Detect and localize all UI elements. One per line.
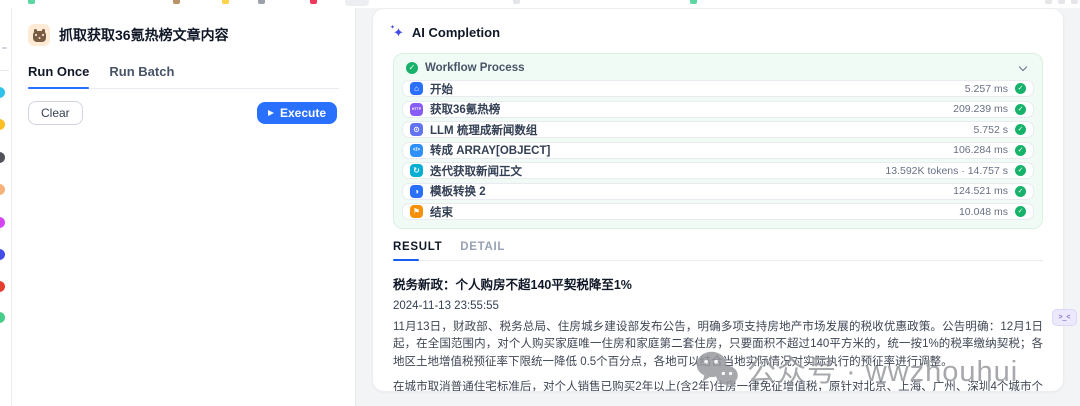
end-node-icon: ⚑ xyxy=(410,205,423,218)
step-label: 模板转换 2 xyxy=(430,186,486,198)
tab-run-once[interactable]: Run Once xyxy=(28,64,90,89)
top-icon-fragment xyxy=(310,0,317,4)
app-icon xyxy=(28,24,50,46)
page: 抓取获取36氪热榜文章内容 Run Once Run Batch Clear E… xyxy=(0,0,1080,406)
step-duration: 5.752 s xyxy=(973,123,1008,136)
workflow-step-row[interactable]: ⊙ LLM 梳理成新闻数组 5.752 s ✓ xyxy=(402,121,1034,138)
top-icon-fragment xyxy=(690,0,697,4)
result-tab-underline xyxy=(393,258,419,261)
top-icon-fragment xyxy=(258,0,265,4)
step-label: LLM 梳理成新闻数组 xyxy=(430,124,538,137)
run-tabs: Run Once Run Batch xyxy=(28,64,339,89)
sidebar-app-icon[interactable] xyxy=(0,183,5,195)
sidebar-app-icon[interactable] xyxy=(0,311,5,323)
active-tab-underline xyxy=(28,86,90,89)
top-icon-fragment xyxy=(1045,0,1052,4)
top-tab-fragment xyxy=(345,0,369,6)
play-icon xyxy=(267,110,274,116)
sidebar-collapse-handle[interactable] xyxy=(2,47,7,49)
app-title: 抓取获取36氪热榜文章内容 xyxy=(59,27,229,43)
step-duration: 106.284 ms xyxy=(953,144,1008,156)
top-icon-fragment xyxy=(513,0,520,4)
tab-result[interactable]: RESULT xyxy=(393,241,442,261)
sidebar-app-icon[interactable] xyxy=(0,118,5,130)
step-duration: 13.592K tokens · 14.757 s xyxy=(885,164,1008,177)
mini-sidebar xyxy=(0,0,12,406)
top-icon-fragment xyxy=(1071,0,1078,4)
start-node-icon: ⌂ xyxy=(410,82,423,95)
article-paragraph: 11月13日，财政部、税务总局、住房城乡建设部发布公告，明确多项支持房地产市场发… xyxy=(393,320,1043,369)
workflow-process-label: Workflow Process xyxy=(425,62,525,74)
step-success-icon: ✓ xyxy=(1015,165,1026,176)
article-paragraph: 在城市取消普通住宅标准后，对个人销售已购买2年以上(含2年)住房一律免征增值税，… xyxy=(393,380,1043,392)
step-success-icon: ✓ xyxy=(1015,206,1026,217)
robot-face-icon xyxy=(32,28,46,42)
top-icon-fragment xyxy=(173,0,180,4)
step-label: 开始 xyxy=(430,83,453,96)
workflow-step-row[interactable]: ↻ 迭代获取新闻正文 13.592K tokens · 14.757 s ✓ xyxy=(402,162,1034,179)
template-node-icon: ◑ xyxy=(410,184,423,198)
step-label: 迭代获取新闻正文 xyxy=(430,165,522,178)
sidebar-app-icon[interactable] xyxy=(0,151,5,163)
clear-button[interactable]: Clear xyxy=(28,101,83,125)
step-label: 转成 ARRAY[OBJECT] xyxy=(430,145,551,157)
step-success-icon: ✓ xyxy=(1015,103,1026,115)
chevron-down-icon xyxy=(1018,62,1028,71)
workflow-step-row[interactable]: ⚑ 结束 10.048 ms ✓ xyxy=(402,203,1034,220)
workflow-process-box: ✓ Workflow Process ⌂ 开始 5.257 ms ✓ HTTP 获取36氪… xyxy=(393,53,1043,229)
step-success-icon: ✓ xyxy=(1015,185,1026,197)
sidebar-app-icon[interactable] xyxy=(0,86,5,98)
step-duration: 124.521 ms xyxy=(953,185,1008,197)
execute-button[interactable]: Execute xyxy=(256,102,337,124)
result-detail-tabs: RESULT DETAIL xyxy=(393,241,1043,261)
run-actions: Clear Execute xyxy=(28,101,337,125)
workflow-step-row[interactable]: ⌂ 开始 5.257 ms ✓ xyxy=(402,80,1034,97)
tab-run-batch[interactable]: Run Batch xyxy=(109,64,174,88)
tab-detail[interactable]: DETAIL xyxy=(460,241,505,260)
ai-completion-card: ✦ ✦ AI Completion ✓ Workflow Process ⌂ 开始 5… xyxy=(372,8,1064,392)
sidebar-app-icon[interactable] xyxy=(0,280,5,292)
top-strip xyxy=(0,0,1080,8)
workflow-step-row[interactable]: ◑ 模板转换 2 124.521 ms ✓ xyxy=(402,182,1034,200)
step-duration: 209.239 ms xyxy=(953,103,1008,115)
step-duration: 5.257 ms xyxy=(964,82,1008,95)
ai-completion-header: ✦ ✦ AI Completion xyxy=(390,25,1043,40)
step-duration: 10.048 ms xyxy=(958,205,1008,218)
llm-node-icon: ⊙ xyxy=(410,123,423,136)
article-title: 税务新政：个人购房不超140平契税降至1% xyxy=(393,277,632,292)
workflow-steps-list: ⌂ 开始 5.257 ms ✓ HTTP 获取36氪热榜 209.239 ms ✓ ⊙ LLM 梳… xyxy=(402,80,1034,220)
ai-completion-title: AI Completion xyxy=(411,25,501,40)
step-label: 获取36氪热榜 xyxy=(430,104,501,116)
top-icon-fragment xyxy=(1058,0,1065,4)
article-body: 11月13日，财政部、税务总局、住房城乡建设部发布公告，明确多项支持房地产市场发… xyxy=(393,319,1043,392)
code-node-icon: </> xyxy=(410,143,423,157)
app-header: 抓取获取36氪热榜文章内容 xyxy=(28,24,355,46)
article-date: 2024-11-13 23:55:55 xyxy=(393,299,499,312)
top-icon-fragment xyxy=(222,0,229,4)
step-success-icon: ✓ xyxy=(1015,124,1026,135)
http-node-icon: HTTP xyxy=(410,102,423,116)
run-panel: 抓取获取36氪热榜文章内容 Run Once Run Batch Clear E… xyxy=(12,0,356,406)
console-badge[interactable]: >_< xyxy=(1052,309,1077,326)
top-icon-fragment xyxy=(28,0,35,4)
workflow-step-row[interactable]: </> 转成 ARRAY[OBJECT] 106.284 ms ✓ xyxy=(402,141,1034,159)
success-check-icon: ✓ xyxy=(406,62,418,74)
step-label: 结束 xyxy=(430,206,453,219)
sidebar-app-icon[interactable] xyxy=(0,248,5,260)
step-success-icon: ✓ xyxy=(1015,144,1026,156)
sidebar-divider xyxy=(0,70,9,71)
workflow-step-row[interactable]: HTTP 获取36氪热榜 209.239 ms ✓ xyxy=(402,100,1034,118)
sparkle-icon: ✦ ✦ xyxy=(390,25,404,40)
iteration-node-icon: ↻ xyxy=(410,164,423,177)
step-success-icon: ✓ xyxy=(1015,83,1026,94)
sidebar-app-icon[interactable] xyxy=(0,216,5,228)
workflow-process-toggle[interactable]: ✓ Workflow Process xyxy=(402,60,1034,80)
